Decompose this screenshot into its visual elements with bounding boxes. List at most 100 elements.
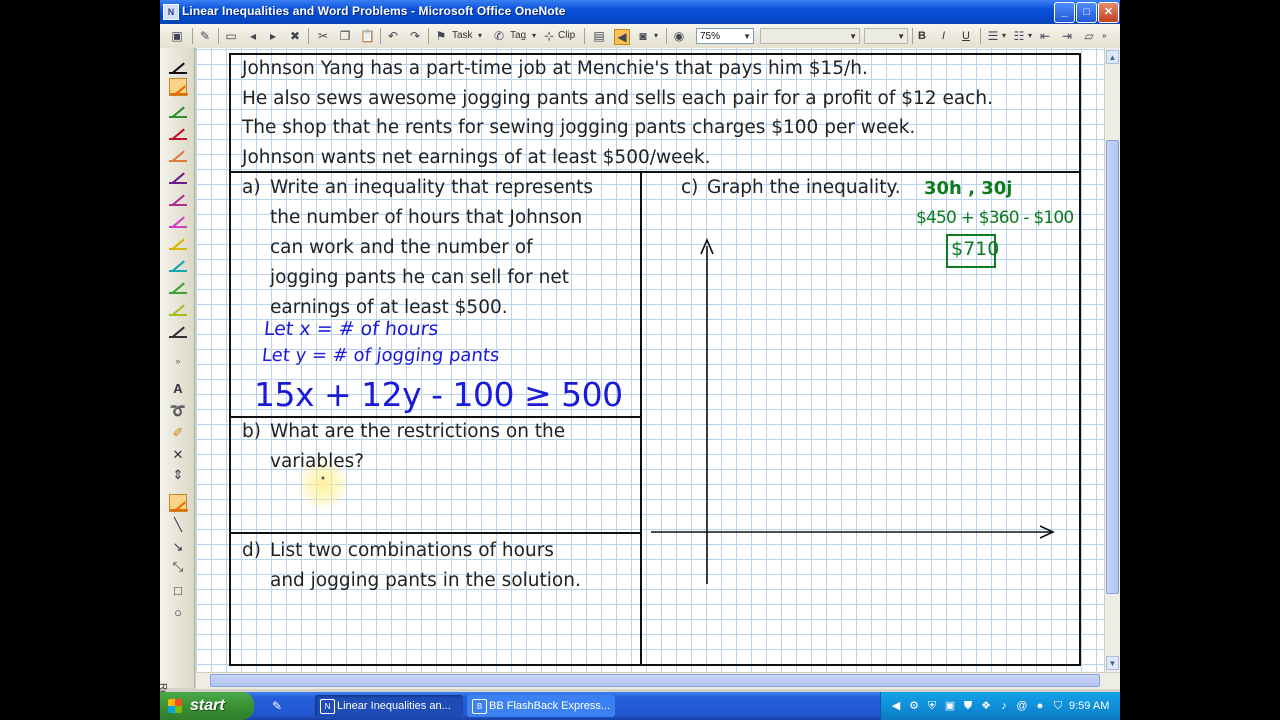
new-page-icon[interactable]: ▭ [224, 29, 238, 43]
horizontal-scroll-thumb[interactable] [210, 674, 1100, 687]
intro-line[interactable]: Johnson Yang has a part-time job at Menc… [242, 54, 868, 84]
handwriting-combo[interactable]: 30h , 30j [924, 178, 1012, 199]
part-d-line[interactable]: List two combinations of hours [270, 536, 554, 566]
antivirus-icon[interactable]: ⛊ [961, 699, 975, 713]
video-record-icon[interactable]: ◙ [636, 29, 650, 43]
close-button[interactable]: ✕ [1098, 2, 1119, 23]
chevron-down-icon[interactable]: ▾ [478, 28, 482, 44]
part-a-line[interactable]: Write an inequality that represents [270, 173, 593, 203]
scroll-down-arrow-icon[interactable]: ▼ [1106, 656, 1119, 670]
scroll-up-arrow-icon[interactable]: ▲ [1106, 50, 1119, 64]
pen-swatch[interactable] [169, 56, 187, 74]
task-button[interactable]: Task [452, 28, 473, 44]
pen-swatch[interactable] [169, 188, 187, 206]
vertical-scrollbar[interactable]: ▲ ▼ [1104, 48, 1120, 672]
lasso-icon[interactable]: ➰ [168, 402, 188, 420]
handwriting-inequality[interactable]: 15x + 12y - 100 ≥ 500 [254, 375, 623, 414]
tag-button[interactable]: Tag [510, 28, 526, 44]
display-icon[interactable]: ▣ [943, 699, 957, 713]
security-icon[interactable]: ⛨ [925, 699, 939, 713]
numbering-icon[interactable]: ☷ [1012, 29, 1026, 43]
double-arrow-icon[interactable]: ⤡ [168, 558, 188, 576]
part-a-line[interactable]: the number of hours that Johnson [270, 203, 582, 233]
part-c-text[interactable]: Graph the inequality. [707, 173, 901, 203]
part-b-line[interactable]: What are the restrictions on the [270, 417, 565, 447]
pen-selected-orange[interactable] [169, 494, 188, 513]
shield-icon[interactable]: ⛉ [1051, 699, 1065, 713]
page-view-icon[interactable]: ▣ [170, 29, 184, 43]
more-pens-icon[interactable]: » [168, 352, 188, 370]
pen-swatch[interactable] [169, 144, 187, 162]
handwriting-sum[interactable]: $450 + $360 - $100 [916, 208, 1074, 228]
cut-icon[interactable]: ✂ [316, 29, 330, 43]
more-options-icon[interactable]: » [1102, 28, 1106, 44]
part-a-line[interactable]: can work and the number of [270, 233, 533, 263]
arrow-tool-icon[interactable]: ↘ [168, 538, 188, 556]
underline-button[interactable]: U [962, 28, 970, 44]
volume-icon[interactable]: ♪ [997, 699, 1011, 713]
copy-icon[interactable]: ❐ [338, 29, 352, 43]
undo-icon[interactable]: ↶ [386, 29, 400, 43]
record-icon[interactable]: ● [1033, 699, 1047, 713]
pen-swatch[interactable] [169, 78, 188, 97]
help-icon[interactable]: ◉ [672, 29, 686, 43]
ellipse-tool-icon[interactable]: ○ [168, 604, 188, 622]
bullets-icon[interactable]: ☰ [986, 29, 1000, 43]
maximize-button[interactable]: □ [1076, 2, 1097, 23]
intro-line[interactable]: Johnson wants net earnings of at least $… [242, 143, 710, 173]
intro-line[interactable]: The shop that he rents for sewing joggin… [242, 113, 915, 143]
indent-icon[interactable]: ⇥ [1060, 29, 1074, 43]
wifi-icon[interactable]: ❖ [979, 699, 993, 713]
clip-icon[interactable]: ⊹ [542, 29, 556, 43]
chevron-down-icon[interactable]: ▾ [654, 28, 658, 44]
tray-nav-icon[interactable]: ◀ [889, 699, 903, 713]
part-d-line[interactable]: and jogging pants in the solution. [270, 566, 581, 596]
type-mode-icon[interactable]: A [168, 380, 188, 398]
zoom-select[interactable]: 75% ▼ [696, 28, 754, 44]
pen-swatch[interactable] [169, 298, 187, 316]
audio-record-icon[interactable]: ◀ [614, 29, 630, 45]
handwriting-let-x[interactable]: Let x = # of hours [263, 318, 440, 340]
pen-swatch[interactable] [169, 166, 187, 184]
delete-icon[interactable]: ✖ [288, 29, 302, 43]
pen-mode-icon[interactable]: ✎ [198, 29, 212, 43]
clock[interactable]: 9:59 AM [1069, 692, 1109, 720]
outdent-icon[interactable]: ⇤ [1038, 29, 1052, 43]
research-icon[interactable]: ▤ [592, 29, 606, 43]
paste-icon[interactable]: 📋 [360, 29, 375, 43]
part-a-line[interactable]: jogging pants he can sell for net [270, 263, 569, 293]
intro-line[interactable]: He also sews awesome jogging pants and s… [242, 84, 993, 114]
chevron-down-icon[interactable]: ▾ [532, 28, 536, 44]
title-bar[interactable]: N Linear Inequalities and Word Problems … [160, 0, 1120, 24]
pen-swatch[interactable] [169, 122, 187, 140]
pen-swatch[interactable] [169, 232, 187, 250]
pen-swatch[interactable] [169, 100, 187, 118]
rectangle-tool-icon[interactable]: □ [168, 582, 188, 600]
task-flag-icon[interactable]: ⚑ [434, 29, 448, 43]
vertical-scroll-thumb[interactable] [1106, 140, 1119, 594]
chevron-down-icon[interactable]: ▾ [1028, 28, 1032, 44]
chevron-down-icon[interactable]: ▾ [1002, 28, 1006, 44]
taskbar-item-onenote[interactable]: N Linear Inequalities an... [315, 695, 463, 717]
bold-button[interactable]: B [918, 28, 926, 44]
handwriting-total[interactable]: $710 [951, 238, 999, 260]
messenger-icon[interactable]: @ [1015, 699, 1029, 713]
taskbar-item-flashback[interactable]: B BB FlashBack Express... [467, 695, 615, 717]
pen-swatch[interactable] [169, 320, 187, 338]
start-button[interactable]: start [160, 692, 254, 720]
quick-launch-icon[interactable]: ✎ [270, 699, 284, 713]
delete-icon[interactable]: ✕ [168, 446, 188, 464]
clip-button[interactable]: Clip [558, 28, 575, 44]
minimize-button[interactable]: _ [1054, 2, 1075, 23]
pen-swatch[interactable] [169, 254, 187, 272]
insert-space-icon[interactable]: ⇕ [168, 466, 188, 484]
font-name-select[interactable]: ▼ [760, 28, 860, 44]
pen-swatch[interactable] [169, 210, 187, 228]
line-tool-icon[interactable]: ╲ [168, 516, 188, 534]
part-b-line[interactable]: variables? [270, 447, 364, 477]
forward-icon[interactable]: ▸ [266, 29, 280, 43]
highlight-icon[interactable]: ▱ [1082, 29, 1096, 43]
back-icon[interactable]: ◂ [246, 29, 260, 43]
horizontal-scrollbar[interactable] [196, 672, 1120, 689]
network-icon[interactable]: ⚙ [907, 699, 921, 713]
